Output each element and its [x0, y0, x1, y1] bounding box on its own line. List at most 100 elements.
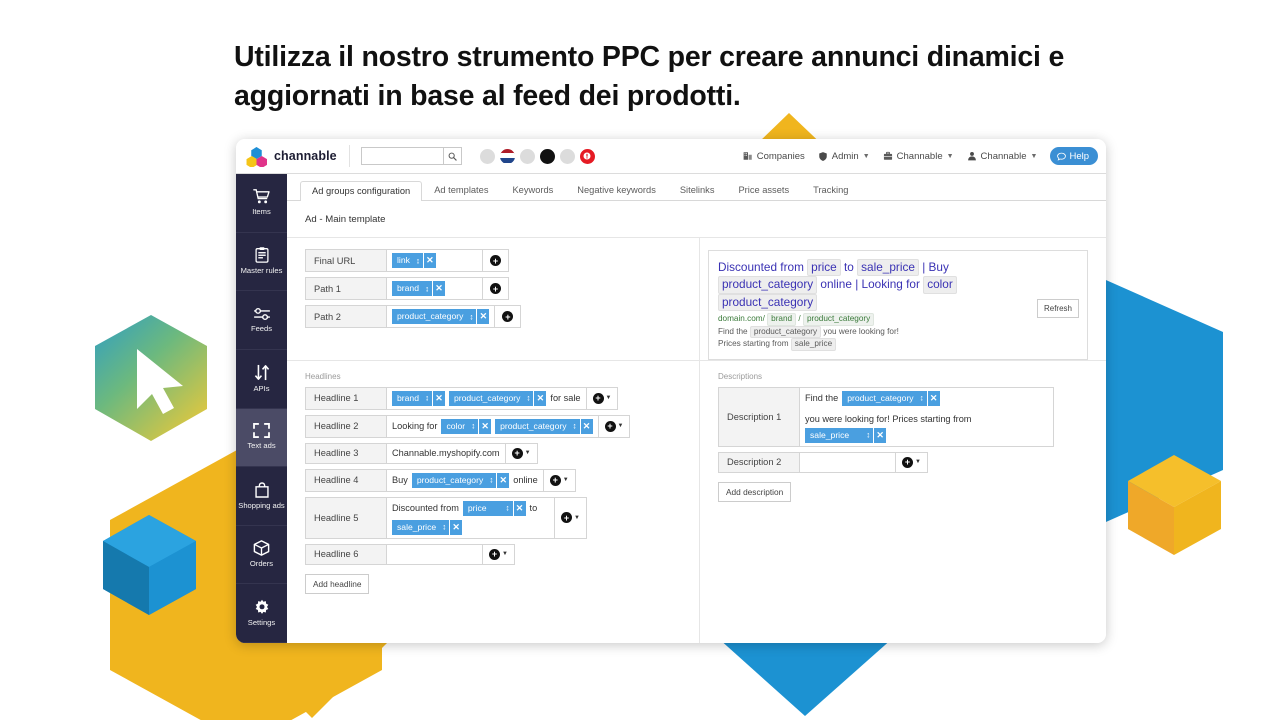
remove-token-icon[interactable]: ✕ [422, 253, 436, 268]
token-select[interactable]: brand [392, 281, 432, 296]
row-field[interactable]: brand✕ product_category✕ for sale [387, 386, 587, 410]
row-field[interactable]: Buy product_category✕ online [387, 468, 544, 492]
add-field-button[interactable]: + ▼ [896, 451, 928, 473]
app-window: channable Companies Admin ▼ Channable ▼ … [236, 139, 1106, 643]
row-field[interactable]: Looking for color✕ product_category✕ [387, 414, 599, 438]
search-icon[interactable] [442, 147, 462, 165]
dot-black[interactable] [539, 148, 555, 164]
row-field[interactable]: brand ✕ [387, 277, 483, 300]
remove-token-icon[interactable]: ✕ [873, 427, 887, 443]
headlines-section: Headlines Headline 1 brand✕ product_cate… [287, 361, 699, 594]
add-field-button[interactable]: + ▼ [586, 386, 619, 410]
add-field-button[interactable]: + ▼ [598, 414, 631, 438]
token-select[interactable]: sale_price [392, 519, 450, 535]
refresh-button[interactable]: Refresh [1036, 299, 1079, 318]
remove-token-icon[interactable]: ✕ [926, 390, 940, 406]
tab-negative-keywords[interactable]: Negative keywords [565, 180, 668, 200]
token-select[interactable]: color [441, 418, 479, 434]
row-field[interactable]: Channable.myshopify.com [387, 442, 506, 464]
panel-title: Ad - Main template [287, 201, 1106, 238]
search-input[interactable] [360, 147, 443, 165]
field-token[interactable]: color✕ [441, 418, 492, 434]
dot-gray-2[interactable] [519, 148, 535, 164]
sidebar-item-feeds[interactable]: Feeds [236, 291, 287, 350]
dot-red-alert-icon[interactable] [579, 148, 595, 164]
row-field[interactable]: product_category ✕ [387, 305, 496, 328]
tab-sitelinks[interactable]: Sitelinks [668, 180, 727, 200]
add-description-button[interactable]: Add description [718, 481, 792, 502]
token-select[interactable]: product_category [495, 418, 580, 434]
add-field-button[interactable]: + ▼ [543, 468, 576, 492]
token-select[interactable]: link [392, 253, 423, 268]
preview-chip: brand [767, 312, 797, 326]
row-field[interactable] [800, 451, 896, 473]
remove-token-icon[interactable]: ✕ [533, 390, 547, 406]
field-token[interactable]: brand ✕ [392, 281, 445, 296]
field-token[interactable]: product_category✕ [495, 418, 593, 434]
token-select[interactable]: product_category [842, 390, 927, 406]
topbar-item-admin[interactable]: Admin ▼ [818, 151, 870, 162]
topbar-item-user[interactable]: Channable ▼ [967, 151, 1037, 162]
preview-column: Discounted from price to sale_price | Bu… [700, 238, 1106, 360]
dot-gray-1[interactable] [479, 148, 495, 164]
sidebar-item-settings[interactable]: Settings [236, 584, 287, 643]
token-select[interactable]: brand [392, 390, 432, 406]
box-icon [253, 540, 270, 557]
remove-token-icon[interactable]: ✕ [431, 390, 445, 406]
plus-icon: + [489, 548, 500, 560]
plus-icon: + [549, 474, 561, 486]
field-token[interactable]: product_category✕ [842, 390, 940, 406]
tab-price-assets[interactable]: Price assets [726, 180, 801, 200]
row-field[interactable] [387, 543, 483, 565]
sidebar-item-items[interactable]: Items [236, 174, 287, 233]
preview-text: you were looking for! [821, 326, 899, 336]
remove-token-icon[interactable]: ✕ [449, 519, 463, 535]
tab-keywords[interactable]: Keywords [500, 180, 565, 200]
sidebar-item-text-ads[interactable]: Text ads [236, 408, 287, 468]
field-token[interactable]: sale_price✕ [392, 519, 463, 535]
remove-token-icon[interactable]: ✕ [476, 309, 490, 324]
add-field-button[interactable]: + [495, 305, 522, 328]
token-select[interactable]: price [462, 500, 513, 516]
field-token[interactable]: product_category✕ [411, 472, 510, 488]
dot-flag-nl-icon[interactable] [499, 148, 515, 164]
topbar-item-company[interactable]: Channable ▼ [883, 151, 954, 162]
sidebar-item-apis[interactable]: APIs [236, 350, 287, 409]
field-token[interactable]: product_category ✕ [392, 309, 490, 324]
remove-token-icon[interactable]: ✕ [579, 418, 593, 434]
sidebar-item-master-rules[interactable]: Master rules [236, 233, 287, 292]
add-field-button[interactable]: + ▼ [505, 442, 538, 464]
sidebar-item-shopping-ads[interactable]: Shopping ads [236, 467, 287, 526]
remove-token-icon[interactable]: ✕ [496, 472, 510, 488]
help-button[interactable]: Help [1050, 147, 1098, 165]
add-field-button[interactable]: + ▼ [555, 496, 587, 539]
remove-token-icon[interactable]: ✕ [478, 418, 492, 434]
remove-token-icon[interactable]: ✕ [512, 500, 526, 516]
add-field-button[interactable]: + ▼ [483, 543, 515, 565]
token-select[interactable]: sale_price [805, 427, 874, 443]
token-select[interactable]: product_category [411, 472, 497, 488]
remove-token-icon[interactable]: ✕ [431, 281, 445, 296]
tab-tracking[interactable]: Tracking [801, 180, 860, 200]
topbar-item-companies[interactable]: Companies [743, 151, 805, 162]
sidebar-item-label: Feeds [250, 323, 273, 333]
preview-chip: product_category [802, 312, 875, 326]
add-field-button[interactable]: + [483, 249, 509, 272]
row-field[interactable]: link ✕ [387, 249, 483, 272]
add-field-button[interactable]: + [483, 277, 509, 300]
brand-logo-link[interactable]: channable [246, 146, 349, 167]
add-headline-button[interactable]: Add headline [305, 573, 370, 594]
token-select[interactable]: product_category [448, 390, 534, 406]
field-token[interactable]: product_category✕ [448, 390, 547, 406]
dot-gray-3[interactable] [559, 148, 575, 164]
tab-ad-templates[interactable]: Ad templates [422, 180, 500, 200]
token-select[interactable]: product_category [392, 309, 477, 324]
field-token[interactable]: brand✕ [392, 390, 445, 406]
row-field[interactable]: Find the product_category✕ you were look… [800, 386, 1054, 447]
field-token[interactable]: sale_price✕ [805, 427, 887, 443]
field-token[interactable]: link ✕ [392, 253, 436, 268]
sidebar-item-orders[interactable]: Orders [236, 526, 287, 585]
field-token[interactable]: price✕ [462, 500, 526, 516]
tab-ad-groups-configuration[interactable]: Ad groups configuration [300, 181, 423, 201]
row-field[interactable]: Discounted from price✕ to sale_price✕ [387, 496, 555, 539]
